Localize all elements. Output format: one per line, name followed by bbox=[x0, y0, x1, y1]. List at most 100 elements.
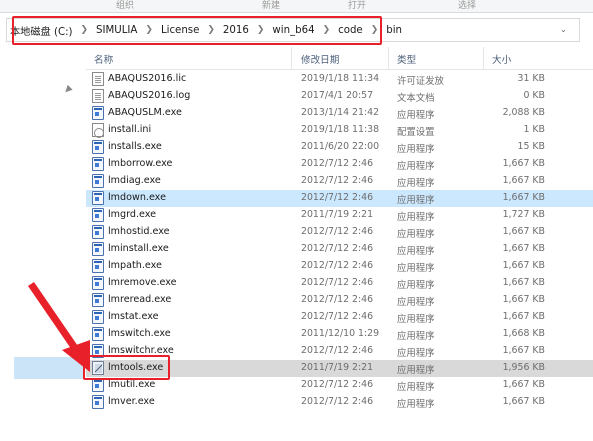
file-type: 应用程序 bbox=[397, 382, 435, 393]
ribbon-group-new: 新建 bbox=[262, 1, 281, 11]
file-date: 2012/7/12 2:46 bbox=[301, 192, 374, 203]
file-size: 31 KB bbox=[517, 73, 546, 84]
file-row[interactable]: lmborrow.exe 2012/7/12 2:46 应用程序 1,667 KB bbox=[86, 156, 593, 173]
file-name: lmpath.exe bbox=[108, 260, 162, 271]
file-size: 1,667 KB bbox=[502, 175, 545, 186]
file-date: 2011/7/19 2:21 bbox=[301, 362, 374, 373]
file-size: 1,667 KB bbox=[502, 396, 545, 407]
file-type: 许可证发放 bbox=[397, 76, 444, 87]
file-size: 1 KB bbox=[523, 124, 545, 135]
application-icon bbox=[92, 208, 104, 222]
file-size: 0 KB bbox=[523, 90, 545, 101]
application-icon bbox=[92, 378, 104, 392]
file-name: lmhostid.exe bbox=[108, 226, 170, 237]
file-type: 应用程序 bbox=[397, 195, 435, 206]
file-name: lmstat.exe bbox=[108, 311, 159, 322]
column-header-name[interactable]: 名称 bbox=[94, 52, 113, 66]
file-date: 2019/1/18 11:38 bbox=[301, 124, 380, 135]
application-icon bbox=[92, 157, 104, 171]
file-type: 文本文档 bbox=[397, 93, 435, 104]
ribbon-group-open: 打开 bbox=[348, 1, 367, 11]
file-type: 应用程序 bbox=[397, 229, 435, 240]
file-size: 1,667 KB bbox=[502, 158, 545, 169]
column-header-row: 名称 修改日期 类型 大小 bbox=[86, 47, 593, 70]
column-divider[interactable] bbox=[291, 47, 292, 69]
file-date: 2013/1/14 21:42 bbox=[301, 107, 380, 118]
file-row[interactable]: lmpath.exe 2012/7/12 2:46 应用程序 1,667 KB bbox=[86, 258, 593, 275]
file-date: 2019/1/18 11:34 bbox=[301, 73, 380, 84]
file-name: lmremove.exe bbox=[108, 277, 177, 288]
application-icon bbox=[92, 174, 104, 188]
file-name: ABAQUS2016.log bbox=[108, 90, 191, 101]
path-highlight-box bbox=[12, 16, 382, 45]
file-type: 应用程序 bbox=[397, 178, 435, 189]
file-name: lmgrd.exe bbox=[108, 209, 157, 220]
file-date: 2011/6/20 22:00 bbox=[301, 141, 380, 152]
file-name: lmborrow.exe bbox=[108, 158, 173, 169]
file-name: install.ini bbox=[108, 124, 152, 135]
file-row[interactable]: lmswitch.exe 2011/12/10 1:29 应用程序 1,668 KB bbox=[86, 326, 593, 343]
file-size: 1,667 KB bbox=[502, 277, 545, 288]
application-icon bbox=[92, 395, 104, 409]
file-date: 2011/7/19 2:21 bbox=[301, 209, 374, 220]
file-size: 1,667 KB bbox=[502, 192, 545, 203]
file-type: 应用程序 bbox=[397, 314, 435, 325]
file-size: 1,667 KB bbox=[502, 345, 545, 356]
file-row[interactable]: lmgrd.exe 2011/7/19 2:21 应用程序 1,727 KB bbox=[86, 207, 593, 224]
file-name: lmutil.exe bbox=[108, 379, 156, 390]
file-row[interactable]: lmhostid.exe 2012/7/12 2:46 应用程序 1,667 KB bbox=[86, 224, 593, 241]
file-date: 2011/12/10 1:29 bbox=[301, 328, 380, 339]
column-header-date[interactable]: 修改日期 bbox=[301, 52, 339, 66]
file-row[interactable]: lmstat.exe 2012/7/12 2:46 应用程序 1,667 KB bbox=[86, 309, 593, 326]
file-type: 应用程序 bbox=[397, 161, 435, 172]
file-row[interactable]: lmdown.exe 2012/7/12 2:46 应用程序 1,667 KB bbox=[86, 190, 593, 207]
file-date: 2012/7/12 2:46 bbox=[301, 158, 374, 169]
file-name: lmver.exe bbox=[108, 396, 155, 407]
file-type: 应用程序 bbox=[397, 110, 435, 121]
lmtools-highlight-box bbox=[83, 355, 170, 380]
file-date: 2012/7/12 2:46 bbox=[301, 396, 374, 407]
file-name: lmswitch.exe bbox=[108, 328, 171, 339]
pin-icon[interactable]: ▼ bbox=[61, 84, 73, 96]
breadcrumb-bin[interactable]: bin bbox=[386, 25, 402, 36]
file-date: 2012/7/12 2:46 bbox=[301, 311, 374, 322]
file-size: 1,667 KB bbox=[502, 311, 545, 322]
file-row[interactable]: installs.exe 2011/6/20 22:00 应用程序 15 KB bbox=[86, 139, 593, 156]
file-row[interactable]: lmremove.exe 2012/7/12 2:46 应用程序 1,667 KB bbox=[86, 275, 593, 292]
file-size: 15 KB bbox=[517, 141, 546, 152]
file-name: ABAQUSLM.exe bbox=[108, 107, 182, 118]
file-size: 1,668 KB bbox=[502, 328, 545, 339]
file-row[interactable]: lmreread.exe 2012/7/12 2:46 应用程序 1,667 KB bbox=[86, 292, 593, 309]
file-row[interactable]: ABAQUSLM.exe 2013/1/14 21:42 应用程序 2,088 KB bbox=[86, 105, 593, 122]
application-icon bbox=[92, 293, 104, 307]
file-type: 配置设置 bbox=[397, 127, 435, 138]
application-icon bbox=[92, 310, 104, 324]
file-row[interactable]: lminstall.exe 2012/7/12 2:46 应用程序 1,667 KB bbox=[86, 241, 593, 258]
file-date: 2012/7/12 2:46 bbox=[301, 226, 374, 237]
file-date: 2012/7/12 2:46 bbox=[301, 260, 374, 271]
file-name: installs.exe bbox=[108, 141, 162, 152]
file-row[interactable]: ABAQUS2016.log 2017/4/1 20:57 文本文档 0 KB bbox=[86, 88, 593, 105]
file-size: 1,727 KB bbox=[502, 209, 545, 220]
file-type: 应用程序 bbox=[397, 297, 435, 308]
file-row[interactable]: ABAQUS2016.lic 2019/1/18 11:34 许可证发放 31 KB bbox=[86, 71, 593, 88]
file-size: 1,956 KB bbox=[502, 362, 545, 373]
file-row[interactable]: lmdiag.exe 2012/7/12 2:46 应用程序 1,667 KB bbox=[86, 173, 593, 190]
file-size: 1,667 KB bbox=[502, 260, 545, 271]
file-size: 2,088 KB bbox=[502, 107, 545, 118]
application-icon bbox=[92, 327, 104, 341]
file-row[interactable]: install.ini 2019/1/18 11:38 配置设置 1 KB bbox=[86, 122, 593, 139]
column-header-size[interactable]: 大小 bbox=[492, 52, 511, 66]
column-divider[interactable] bbox=[388, 47, 389, 69]
file-name: lmdown.exe bbox=[108, 192, 166, 203]
file-type: 应用程序 bbox=[397, 212, 435, 223]
text-document-icon bbox=[92, 89, 104, 103]
file-name: lmdiag.exe bbox=[108, 175, 161, 186]
column-divider[interactable] bbox=[483, 47, 484, 69]
config-settings-icon bbox=[92, 123, 104, 138]
license-file-icon bbox=[92, 72, 104, 86]
address-dropdown-icon[interactable]: ⌄ bbox=[560, 25, 567, 34]
file-row[interactable]: lmver.exe 2012/7/12 2:46 应用程序 1,667 KB bbox=[86, 394, 593, 411]
nav-pane-selected-item[interactable] bbox=[14, 357, 84, 379]
column-header-type[interactable]: 类型 bbox=[397, 52, 416, 66]
